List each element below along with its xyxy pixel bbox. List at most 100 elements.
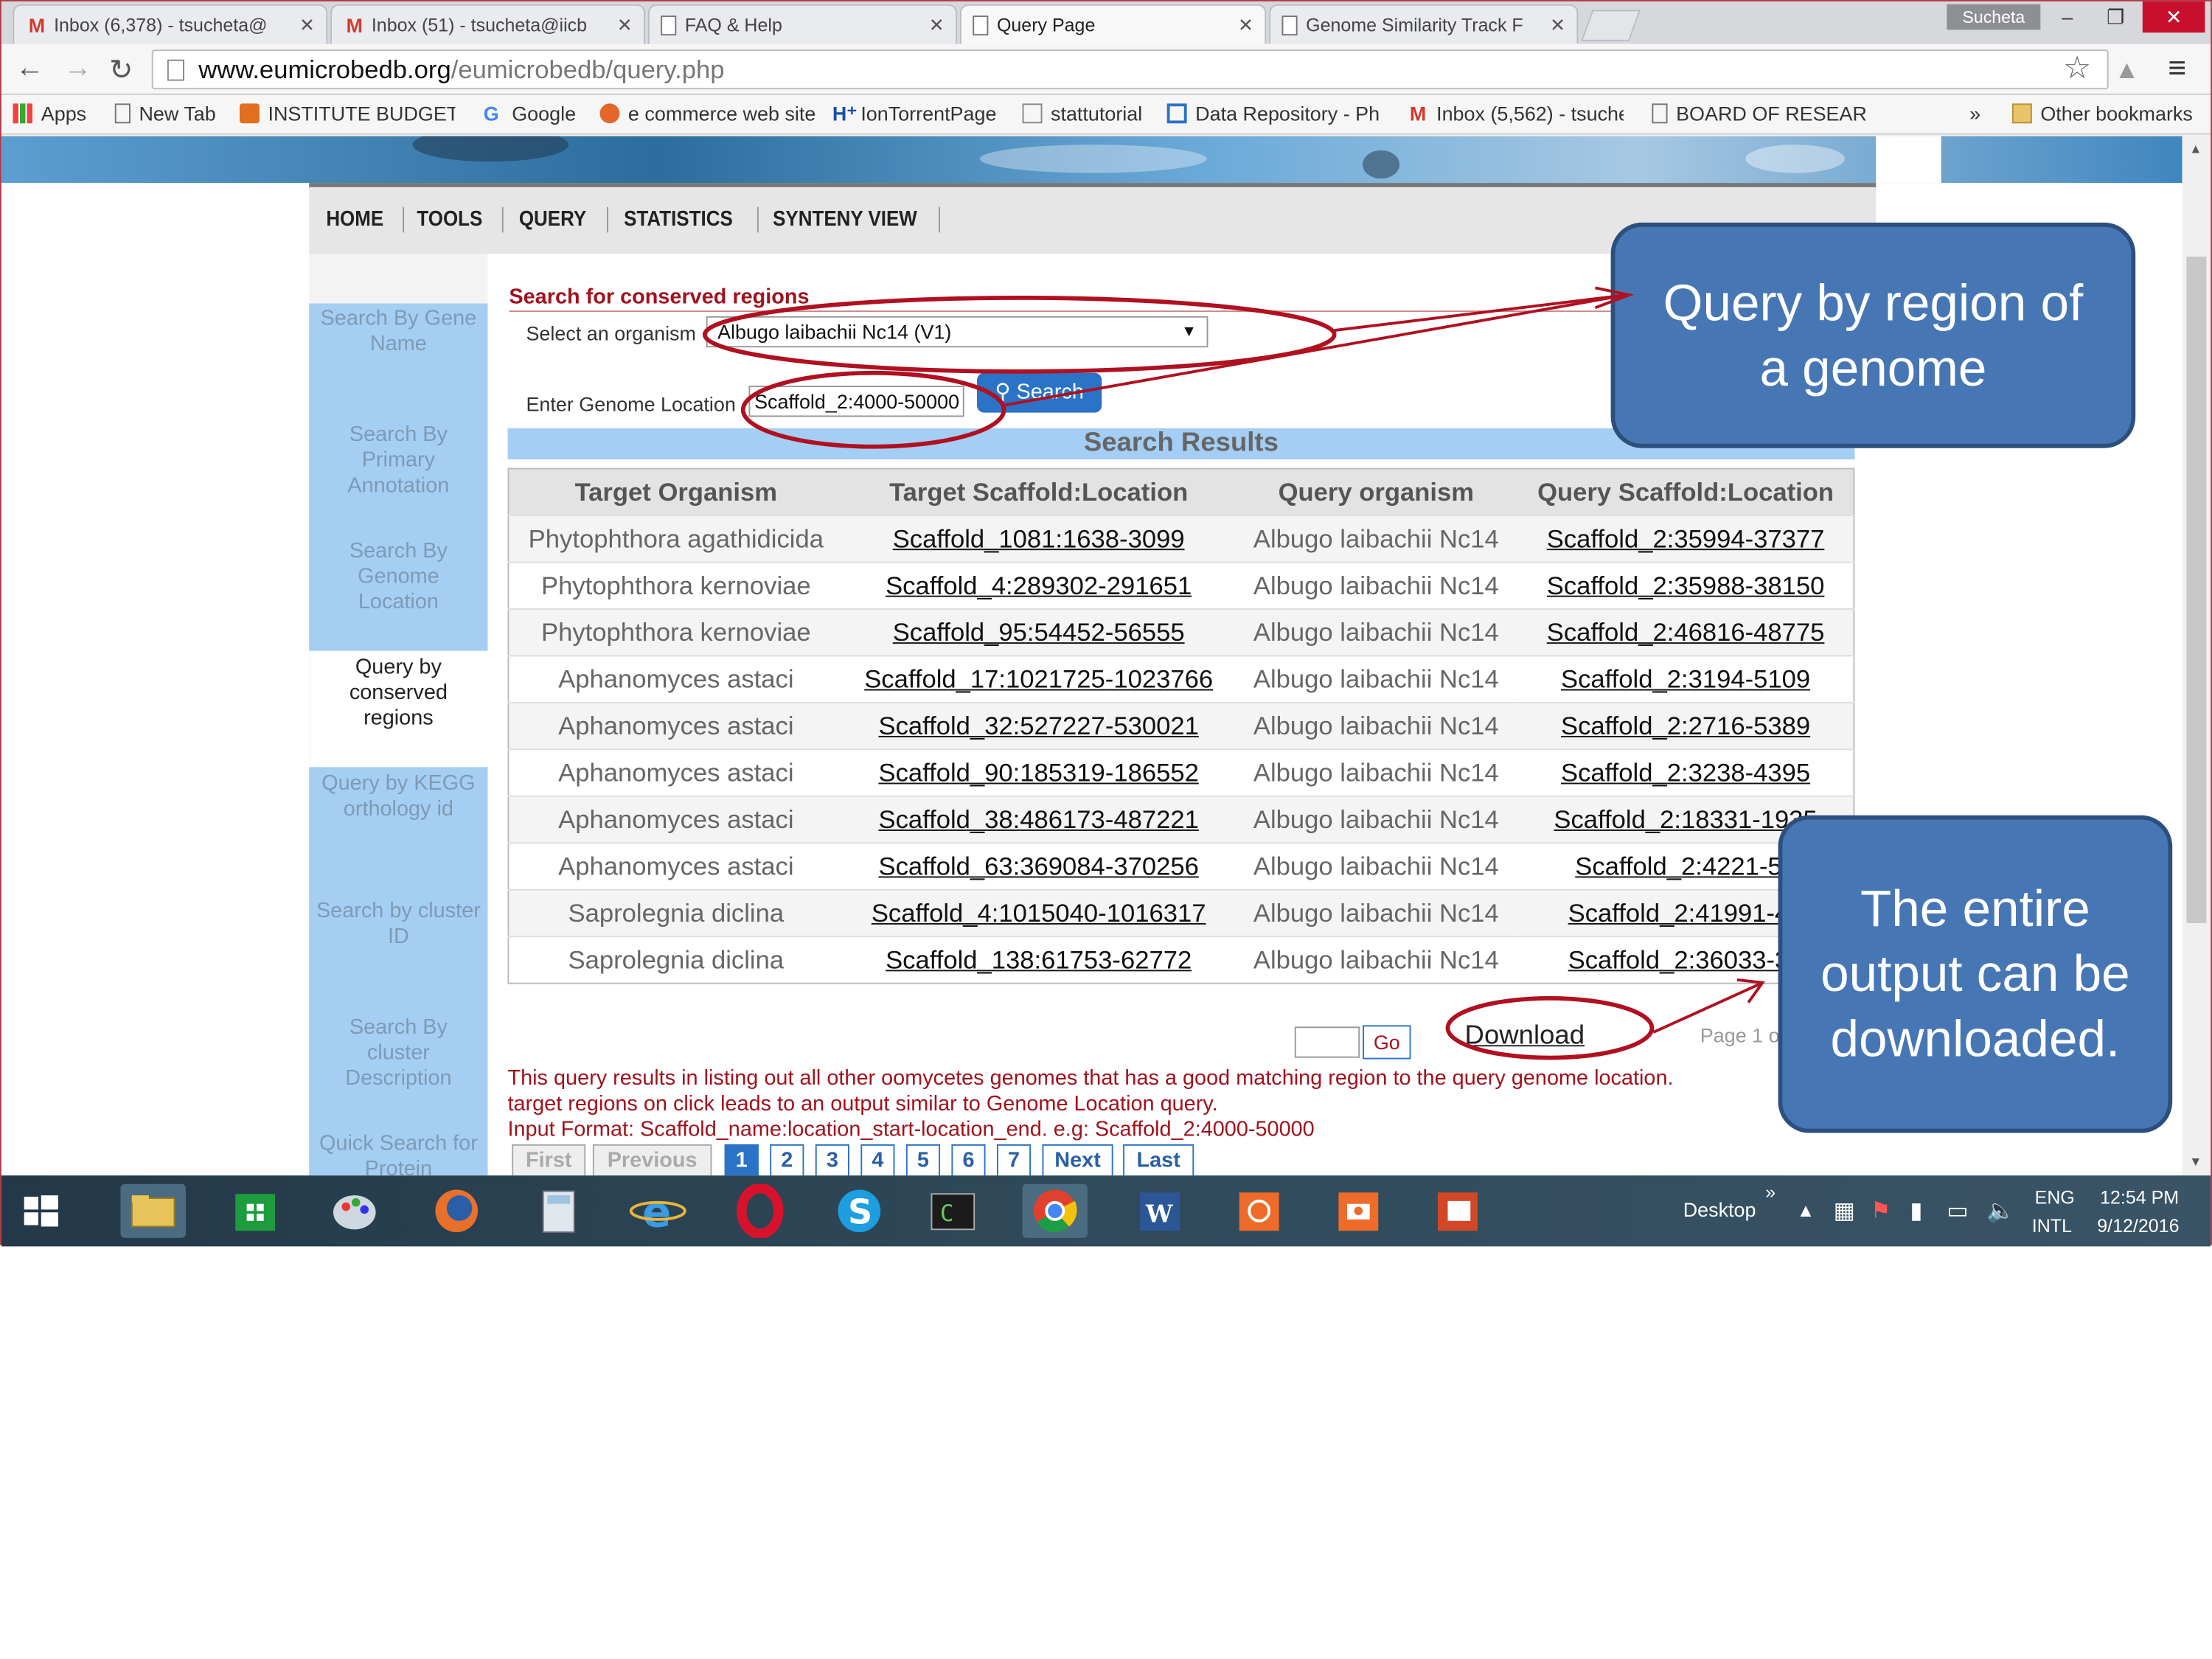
close-icon[interactable]: ✕: [1550, 14, 1565, 37]
cell-target-scaffold-link[interactable]: Scaffold_38:486173-487221: [843, 795, 1235, 844]
scroll-up-icon[interactable]: ▲: [2189, 142, 2202, 156]
page-number-input[interactable]: [1294, 1026, 1360, 1058]
desktop-toolbar[interactable]: Desktop: [1683, 1198, 1756, 1221]
cell-target-scaffold-link[interactable]: Scaffold_1081:1638-3099: [843, 515, 1235, 563]
pager-last[interactable]: Last: [1123, 1144, 1194, 1176]
cell-target-scaffold-link[interactable]: Scaffold_63:369084-370256: [843, 842, 1235, 890]
scroll-down-icon[interactable]: ▼: [2189, 1154, 2202, 1168]
pager-page-5[interactable]: 5: [905, 1144, 941, 1176]
battery-icon[interactable]: ▮: [1910, 1197, 1922, 1225]
nav-tools[interactable]: TOOLS: [417, 207, 482, 232]
other-bookmarks[interactable]: Other bookmarks: [2011, 102, 2193, 125]
bookmark-star-icon[interactable]: ☆: [2063, 49, 2091, 86]
windows-tray-icon[interactable]: ▦: [1834, 1197, 1855, 1225]
sidebar-item-kegg[interactable]: Query by KEGG orthology id: [309, 771, 487, 822]
nav-synteny-view[interactable]: SYNTENY VIEW: [773, 207, 917, 232]
pager-first[interactable]: First: [512, 1144, 586, 1176]
opera-icon[interactable]: [728, 1183, 793, 1239]
skype-icon[interactable]: S: [827, 1184, 891, 1238]
nav-home[interactable]: HOME: [326, 207, 383, 232]
cell-target-scaffold-link[interactable]: Scaffold_4:1015040-1016317: [843, 888, 1235, 937]
cell-query-scaffold-link[interactable]: Scaffold_2:3194-5109: [1517, 655, 1854, 703]
bookmark-ecommerce[interactable]: e commerce web site: [599, 102, 815, 125]
file-explorer-icon[interactable]: [120, 1183, 186, 1238]
bookmark-data-repository[interactable]: Data Repository - Phy: [1166, 102, 1380, 125]
close-icon[interactable]: ✕: [299, 14, 315, 37]
extension-icon[interactable]: ▲: [2114, 55, 2139, 85]
pager-page-1[interactable]: 1: [724, 1144, 759, 1176]
sidebar-item-primary-annotation[interactable]: Search By Primary Annotation: [309, 422, 487, 499]
flag-icon[interactable]: ⚑: [1871, 1197, 1891, 1225]
page-scrollbar[interactable]: ▲ ▼: [2182, 136, 2211, 1176]
cell-target-scaffold-link[interactable]: Scaffold_95:54452-56555: [843, 608, 1235, 656]
cell-target-scaffold-link[interactable]: Scaffold_90:185319-186552: [843, 748, 1235, 796]
close-icon[interactable]: ✕: [1238, 14, 1253, 37]
pager-next[interactable]: Next: [1042, 1144, 1113, 1176]
address-bar[interactable]: www.eumicrobedb.org/eumicrobedb/query.ph…: [151, 49, 2109, 90]
bookmark-apps[interactable]: Apps: [13, 102, 86, 125]
tray-up-icon[interactable]: ▲: [1797, 1200, 1815, 1221]
tab-genome-similarity[interactable]: Genome Similarity Track F ✕: [1269, 4, 1579, 44]
go-button[interactable]: Go: [1363, 1025, 1411, 1060]
powerpoint-icon[interactable]: [1425, 1184, 1490, 1238]
pager-page-3[interactable]: 3: [815, 1144, 849, 1176]
forward-icon[interactable]: →: [64, 52, 92, 85]
restore-icon[interactable]: ❐: [2092, 1, 2140, 32]
language-layout[interactable]: INTL: [2032, 1215, 2072, 1237]
bookmark-inbox[interactable]: M Inbox (5,562) - tsuche: [1408, 102, 1624, 125]
cell-query-scaffold-link[interactable]: Scaffold_2:46816-48775: [1517, 608, 1854, 656]
scroll-thumb[interactable]: [2186, 257, 2207, 923]
internet-explorer-icon[interactable]: e: [625, 1184, 690, 1238]
pager-page-6[interactable]: 6: [951, 1144, 986, 1176]
cell-query-scaffold-link[interactable]: Scaffold_2:35988-38150: [1517, 561, 1854, 609]
tab-gmail-2[interactable]: M Inbox (51) - tsucheta@iicb ✕: [330, 4, 646, 44]
sidebar-item-conserved-regions[interactable]: Query by conserved regions: [309, 650, 488, 768]
bookmarks-more-button[interactable]: »: [1969, 102, 1980, 125]
bookmark-stattutorial[interactable]: stattutorial: [1022, 102, 1142, 125]
clock-time[interactable]: 12:54 PM: [2100, 1187, 2179, 1208]
sidebar-item-genome-location[interactable]: Search By Genome Location: [309, 539, 487, 616]
bookmark-new-tab[interactable]: New Tab: [114, 102, 216, 125]
paint-icon[interactable]: [322, 1184, 387, 1238]
nav-query[interactable]: QUERY: [519, 207, 586, 232]
pager-previous[interactable]: Previous: [592, 1144, 712, 1176]
volume-icon[interactable]: 🔈: [1986, 1197, 2014, 1225]
calculator-icon[interactable]: [526, 1184, 591, 1238]
nav-statistics[interactable]: STATISTICS: [624, 207, 733, 232]
minimize-icon[interactable]: –: [2043, 1, 2091, 32]
bookmark-iontorrent[interactable]: H⁺ IonTorrentPage: [832, 102, 997, 125]
close-icon[interactable]: ✕: [929, 14, 945, 37]
pager-page-4[interactable]: 4: [860, 1144, 895, 1176]
toolbar-chevron[interactable]: »: [1765, 1181, 1775, 1203]
cell-target-scaffold-link[interactable]: Scaffold_32:527227-530021: [843, 701, 1235, 750]
back-icon[interactable]: ←: [15, 52, 44, 85]
sidebar-item-gene-name[interactable]: Search By Gene Name: [309, 306, 487, 357]
organism-select[interactable]: Albugo laibachii Nc14 (V1) ▼: [706, 316, 1208, 348]
tab-query-page[interactable]: Query Page ✕: [959, 4, 1267, 44]
download-link[interactable]: Download: [1465, 1021, 1585, 1052]
cell-query-scaffold-link[interactable]: Scaffold_2:3238-4395: [1517, 748, 1854, 796]
clock-date[interactable]: 9/12/2016: [2097, 1215, 2179, 1237]
snipping-tool-icon[interactable]: [1226, 1184, 1291, 1238]
genome-location-input[interactable]: Scaffold_2:4000-50000: [748, 386, 964, 417]
cell-query-scaffold-link[interactable]: Scaffold_2:35994-37377: [1517, 515, 1854, 563]
windows-start-icon[interactable]: [10, 1184, 72, 1238]
pager-page-7[interactable]: 7: [996, 1144, 1032, 1176]
new-tab-button[interactable]: [1581, 10, 1641, 41]
terminal-icon[interactable]: C: [920, 1184, 985, 1238]
sidebar-item-cluster-description[interactable]: Search By cluster Description: [309, 1015, 487, 1092]
tab-gmail-1[interactable]: M Inbox (6,378) - tsucheta@ ✕: [13, 4, 328, 44]
cell-target-scaffold-link[interactable]: Scaffold_17:1021725-1023766: [843, 655, 1235, 703]
tab-faq[interactable]: FAQ & Help ✕: [647, 4, 958, 44]
word-icon[interactable]: W: [1127, 1184, 1192, 1238]
sidebar-item-cluster-id[interactable]: Search by cluster ID: [309, 899, 487, 950]
menu-icon[interactable]: ≡: [2168, 49, 2186, 86]
chrome-icon[interactable]: [1022, 1183, 1088, 1238]
bookmark-board-of-research[interactable]: BOARD OF RESEARCH: [1652, 102, 1866, 125]
reload-icon[interactable]: ↻: [109, 52, 133, 88]
firefox-icon[interactable]: [424, 1184, 489, 1238]
cell-query-scaffold-link[interactable]: Scaffold_2:2716-5389: [1517, 701, 1854, 750]
search-button[interactable]: ⚲ Search: [977, 372, 1102, 413]
close-icon[interactable]: ✕: [617, 14, 633, 37]
user-badge[interactable]: Sucheta: [1947, 4, 2041, 30]
